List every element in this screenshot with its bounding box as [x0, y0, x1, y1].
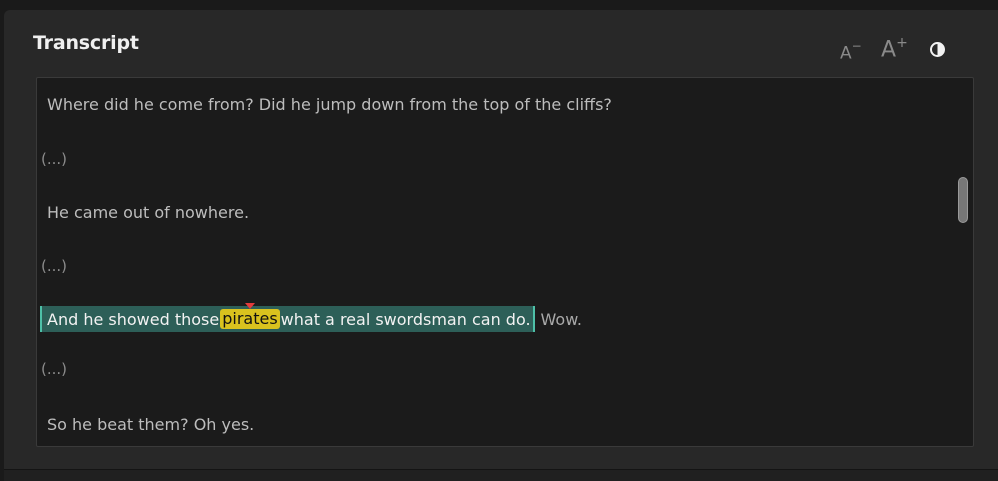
selection-range[interactable]: And he showed those pirates what a real … — [40, 303, 535, 332]
transcript-gap[interactable]: (...) — [41, 150, 67, 168]
highlighted-word-text: pirates — [222, 309, 278, 328]
bottom-divider — [4, 469, 998, 481]
minus-icon: − — [851, 39, 862, 53]
contrast-icon[interactable] — [930, 42, 945, 57]
transcript-text-area[interactable]: Where did he come from? Did he jump down… — [36, 77, 974, 447]
increase-font-label: A — [881, 37, 897, 63]
selected-line[interactable]: And he showed those pirates what a real … — [40, 303, 582, 332]
selection-text-after: what a real swordsman can do. — [280, 309, 531, 329]
selection-text-before: And he showed those — [47, 309, 220, 329]
transcript-line[interactable]: Where did he come from? Did he jump down… — [47, 95, 612, 114]
scrollbar-thumb[interactable] — [958, 177, 968, 223]
panel-title: Transcript — [33, 32, 139, 54]
decrease-font-label: A — [840, 43, 852, 64]
transcript-line[interactable]: So he beat them? Oh yes. — [47, 415, 254, 434]
plus-icon: + — [896, 35, 908, 51]
playhead-marker-icon — [244, 303, 255, 309]
transcript-gap[interactable]: (...) — [41, 257, 67, 275]
highlighted-word[interactable]: pirates — [220, 303, 280, 329]
decrease-font-button[interactable]: A− — [840, 39, 862, 64]
unselected-text[interactable]: Wow. — [541, 310, 582, 329]
transcript-line[interactable]: He came out of nowhere. — [47, 203, 249, 222]
transcript-gap[interactable]: (...) — [41, 360, 67, 378]
increase-font-button[interactable]: A+ — [881, 35, 908, 63]
